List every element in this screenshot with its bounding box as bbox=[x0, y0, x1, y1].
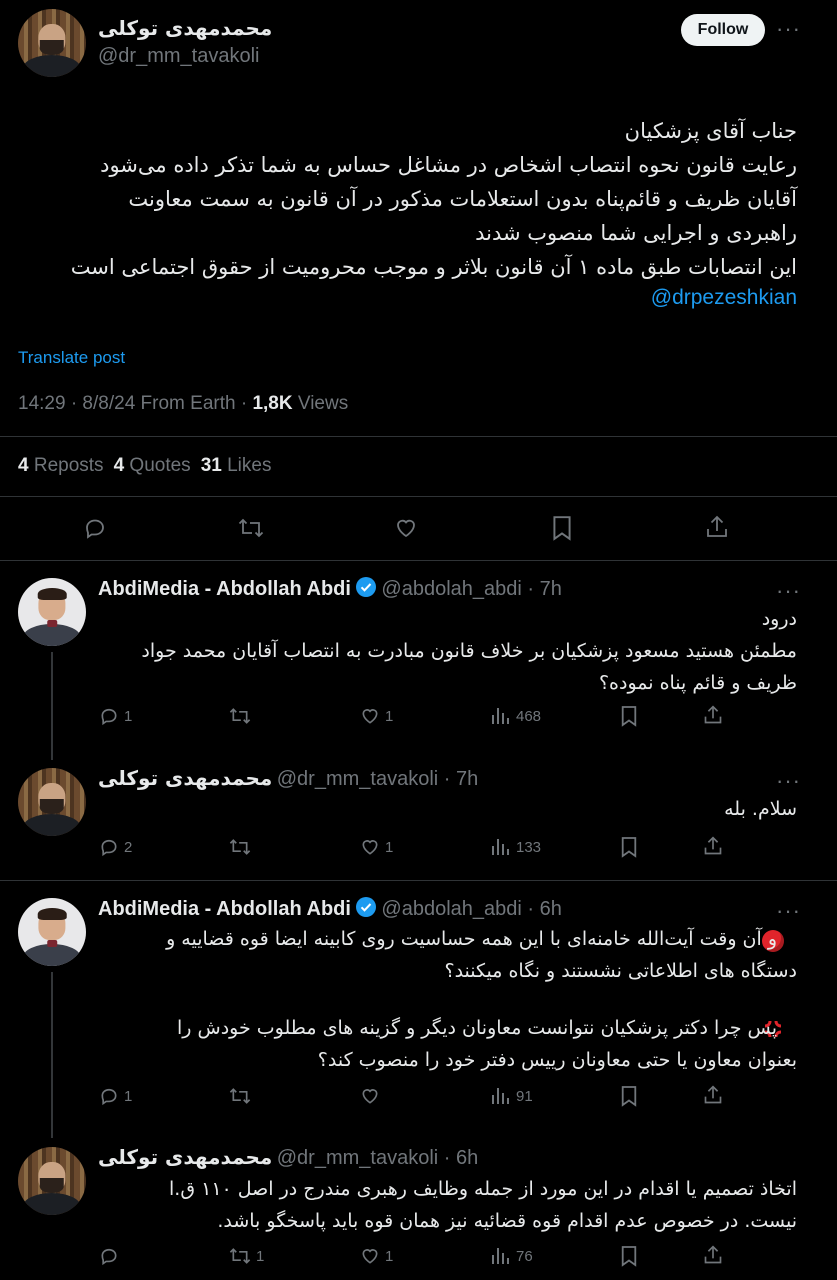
thread-line bbox=[51, 972, 53, 1138]
reply-name[interactable]: محمدمهدی توکلی bbox=[98, 1145, 272, 1169]
bookmark-icon[interactable] bbox=[620, 836, 638, 858]
likes-stat[interactable]: 31 Likes bbox=[201, 455, 272, 476]
share-icon[interactable] bbox=[703, 1244, 723, 1266]
reply-icon[interactable] bbox=[82, 516, 108, 540]
like-icon[interactable] bbox=[393, 516, 419, 540]
reply-header: محمدمهدی توکلی @dr_mm_tavakoli · 6h bbox=[98, 1145, 478, 1170]
views-icon[interactable] bbox=[490, 1246, 510, 1266]
reply-line-1: و آن وقت آیت‌الله خامنه‌ای با این همه حس… bbox=[166, 928, 777, 950]
like-icon[interactable] bbox=[359, 1086, 381, 1106]
reply-line-3: پس چرا دکتر پزشکیان نتوانست معاونان دیگر… bbox=[177, 1017, 777, 1039]
reply-avatar[interactable] bbox=[18, 578, 86, 646]
divider bbox=[0, 560, 837, 561]
divider bbox=[0, 496, 837, 497]
bookmark-icon[interactable] bbox=[620, 1085, 638, 1107]
share-icon[interactable] bbox=[703, 835, 723, 857]
reply-name[interactable]: محمدمهدی توکلی bbox=[98, 766, 272, 790]
repost-icon[interactable] bbox=[228, 837, 252, 857]
translate-post-link[interactable]: Translate post bbox=[18, 348, 125, 368]
bookmark-icon[interactable] bbox=[620, 1245, 638, 1267]
tweet-stats: 4 Reposts 4 Quotes 31 Likes bbox=[18, 455, 271, 477]
reply-handle-time[interactable]: @abdolah_abdi · 7h bbox=[381, 578, 561, 600]
reply-count: 1 bbox=[124, 708, 133, 725]
thread-line bbox=[51, 652, 53, 760]
reply-line-1: اتخاذ تصمیم یا اقدام در این مورد از جمله… bbox=[169, 1178, 797, 1200]
reply-avatar[interactable] bbox=[18, 768, 86, 836]
reply-line-2: مطمئن هستید مسعود پزشکیان بر خلاف قانون … bbox=[141, 640, 797, 662]
quotes-stat[interactable]: 4 Quotes bbox=[114, 455, 191, 476]
views-icon[interactable] bbox=[490, 1086, 510, 1106]
views-icon[interactable] bbox=[490, 706, 510, 726]
reply-avatar[interactable] bbox=[18, 898, 86, 966]
like-count: 1 bbox=[385, 1248, 394, 1265]
author-name[interactable]: محمدمهدی توکلی bbox=[98, 16, 272, 40]
follow-button[interactable]: Follow bbox=[681, 14, 765, 46]
reply-icon[interactable] bbox=[98, 1086, 120, 1106]
views-count: 91 bbox=[516, 1088, 533, 1105]
reply-handle-time[interactable]: @dr_mm_tavakoli · 6h bbox=[277, 1147, 478, 1169]
divider bbox=[0, 880, 837, 881]
reply-line-4: بعنوان معاون یا حتی معاونان رییس دفتر خو… bbox=[317, 1049, 797, 1071]
reply-line-3: ظریف و قائم پناه نموده؟ bbox=[598, 672, 797, 694]
reply-header: AbdiMedia - Abdollah Abdi @abdolah_abdi … bbox=[98, 896, 562, 923]
reply-name[interactable]: AbdiMedia - Abdollah Abdi bbox=[98, 898, 351, 920]
share-icon[interactable] bbox=[705, 514, 729, 540]
tweet-line-2: رعایت قانون نحوه انتصاب اشخاص در مشاغل ح… bbox=[100, 153, 797, 177]
tweet-meta: 14:29 · 8/8/24 From Earth · 1,8K Views bbox=[18, 393, 348, 415]
reply-header: AbdiMedia - Abdollah Abdi @abdolah_abdi … bbox=[98, 576, 562, 603]
more-dots-icon[interactable]: ··· bbox=[776, 768, 801, 794]
reply-avatar[interactable] bbox=[18, 1147, 86, 1215]
more-dots-icon[interactable]: ··· bbox=[776, 898, 801, 924]
tweet-line-5: این انتصابات طبق ماده ۱ آن قانون بلاثر و… bbox=[70, 255, 797, 279]
more-dots-icon[interactable]: ··· bbox=[776, 578, 801, 604]
verified-badge-icon bbox=[355, 896, 377, 923]
like-icon[interactable] bbox=[359, 706, 381, 726]
views-count: 133 bbox=[516, 839, 542, 856]
reply-line-2: نیست. در خصوص عدم اقدام قوه قضائیه نیز ه… bbox=[217, 1210, 797, 1232]
tweet-line-3: آقایان ظریف و قائم‌پناه بدون استعلامات م… bbox=[128, 187, 797, 211]
mention-link[interactable]: @drpezeshkian bbox=[651, 286, 797, 310]
share-icon[interactable] bbox=[703, 704, 723, 726]
tweet-line-4: راهبردی و اجرایی شما منصوب شدند bbox=[475, 221, 797, 245]
like-count: 1 bbox=[385, 839, 394, 856]
author-avatar[interactable] bbox=[18, 9, 86, 77]
repost-icon[interactable] bbox=[228, 1086, 252, 1106]
bookmark-icon[interactable] bbox=[551, 515, 573, 541]
reply-count: 2 bbox=[124, 839, 133, 856]
bookmark-icon[interactable] bbox=[620, 705, 638, 727]
like-icon[interactable] bbox=[359, 837, 381, 857]
views-icon[interactable] bbox=[490, 837, 510, 857]
like-icon[interactable] bbox=[359, 1246, 381, 1266]
views-count: 1,8K bbox=[252, 393, 293, 414]
repost-icon[interactable] bbox=[228, 1246, 252, 1266]
reply-icon[interactable] bbox=[98, 1246, 120, 1266]
time-date[interactable]: 14:29 · 8/8/24 From Earth · bbox=[18, 393, 252, 414]
divider bbox=[0, 436, 837, 437]
reply-line-1: سلام. بله bbox=[724, 798, 797, 820]
reply-handle-time[interactable]: @dr_mm_tavakoli · 7h bbox=[277, 768, 478, 790]
reply-header: محمدمهدی توکلی @dr_mm_tavakoli · 7h bbox=[98, 766, 478, 791]
reply-icon[interactable] bbox=[98, 706, 120, 726]
views-label: Views bbox=[292, 393, 349, 414]
reply-count: 1 bbox=[124, 1088, 133, 1105]
views-count: 468 bbox=[516, 708, 542, 725]
share-icon[interactable] bbox=[703, 1084, 723, 1106]
more-dots-icon[interactable]: ··· bbox=[776, 16, 801, 42]
reply-handle-time[interactable]: @abdolah_abdi · 6h bbox=[381, 898, 561, 920]
reply-line-1: درود bbox=[761, 608, 797, 630]
reply-icon[interactable] bbox=[98, 837, 120, 857]
like-count: 1 bbox=[385, 708, 394, 725]
tweet-line-1: جناب آقای پزشکیان bbox=[624, 119, 797, 143]
reply-line-2: دستگاه های اطلاعاتی نشستند و نگاه میکنند… bbox=[444, 960, 797, 982]
repost-count: 1 bbox=[256, 1248, 265, 1265]
repost-icon[interactable] bbox=[228, 706, 252, 726]
views-count: 76 bbox=[516, 1248, 533, 1265]
reposts-stat[interactable]: 4 Reposts bbox=[18, 455, 104, 476]
repost-icon[interactable] bbox=[237, 516, 265, 540]
author-handle[interactable]: @dr_mm_tavakoli bbox=[98, 45, 259, 68]
reply-name[interactable]: AbdiMedia - Abdollah Abdi bbox=[98, 578, 351, 600]
verified-badge-icon bbox=[355, 576, 377, 603]
